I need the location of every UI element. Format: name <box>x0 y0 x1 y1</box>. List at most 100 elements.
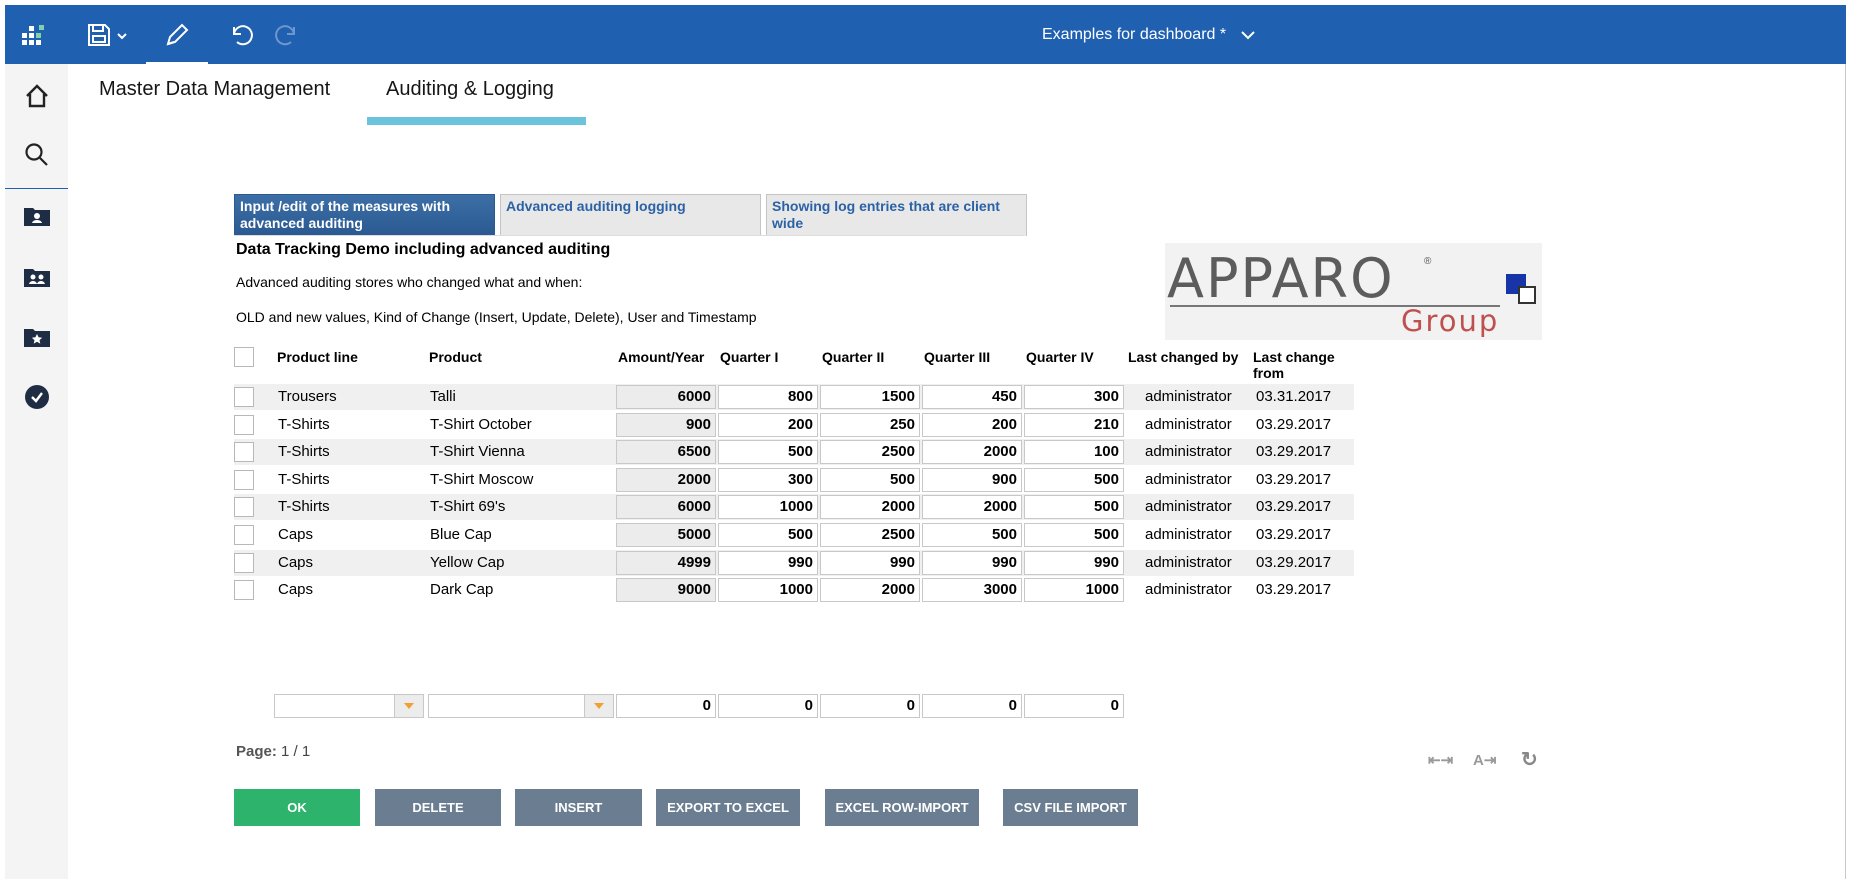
amount-cell[interactable]: 4999 <box>616 551 716 575</box>
home-icon[interactable] <box>5 67 68 125</box>
column-width-icon[interactable]: ⇤⇥ <box>1428 751 1453 769</box>
ok-button[interactable]: OK <box>234 789 360 826</box>
header-last-changed-by: Last changed by <box>1128 349 1239 365</box>
excel-row-import-button[interactable]: EXCEL ROW-IMPORT <box>825 789 979 826</box>
q4-input[interactable]: 100 <box>1024 440 1124 464</box>
q4-input[interactable]: 500 <box>1024 468 1124 492</box>
edit-pencil-icon[interactable] <box>155 5 199 64</box>
q2-input[interactable]: 990 <box>820 551 920 575</box>
product-cell: T-Shirt 69's <box>430 498 506 515</box>
undo-icon[interactable] <box>217 5 261 64</box>
product-line-cell: Caps <box>278 554 314 571</box>
description-line-1: Advanced auditing stores who changed wha… <box>236 274 583 290</box>
left-navigation-rail <box>5 64 68 879</box>
right-border <box>1845 64 1846 879</box>
search-icon[interactable] <box>5 126 68 184</box>
q2-input[interactable]: 1500 <box>820 385 920 409</box>
q2-input[interactable]: 2500 <box>820 523 920 547</box>
amount-cell[interactable]: 6000 <box>616 385 716 409</box>
page-value: 1 / 1 <box>281 743 311 760</box>
row-checkbox[interactable] <box>234 580 254 600</box>
export-to-excel-button[interactable]: EXPORT TO EXCEL <box>656 789 800 826</box>
amount-cell[interactable]: 2000 <box>616 468 716 492</box>
product-line-cell: T-Shirts <box>278 443 330 460</box>
team-content-folder-icon[interactable] <box>5 248 68 306</box>
q1-input[interactable]: 500 <box>718 440 818 464</box>
q1-input[interactable]: 500 <box>718 523 818 547</box>
tab-auditing-logging[interactable]: Auditing & Logging <box>386 78 554 101</box>
q3-input[interactable]: 2000 <box>922 440 1022 464</box>
q1-input[interactable]: 1000 <box>718 578 818 602</box>
q3-input[interactable]: 200 <box>922 413 1022 437</box>
product-cell: T-Shirt Vienna <box>430 443 525 460</box>
row-checkbox[interactable] <box>234 387 254 407</box>
my-content-folder-icon[interactable] <box>5 187 68 245</box>
amount-cell[interactable]: 6000 <box>616 495 716 519</box>
logo-registered-mark: ® <box>1424 256 1432 267</box>
q4-input[interactable]: 500 <box>1024 523 1124 547</box>
page-label: Page: <box>236 743 277 760</box>
new-amount-input[interactable]: 0 <box>616 694 716 718</box>
product-cell: Yellow Cap <box>430 554 505 571</box>
q2-input[interactable]: 250 <box>820 413 920 437</box>
last-change-from-cell: 03.29.2017 <box>1256 498 1332 515</box>
q4-input[interactable]: 1000 <box>1024 578 1124 602</box>
new-q2-input[interactable]: 0 <box>820 694 920 718</box>
new-product-line-select[interactable] <box>274 694 424 718</box>
q4-input[interactable]: 300 <box>1024 385 1124 409</box>
logo-group-text: Group <box>1401 304 1500 338</box>
select-all-checkbox[interactable] <box>234 347 254 367</box>
q3-input[interactable]: 500 <box>922 523 1022 547</box>
new-q1-input[interactable]: 0 <box>718 694 818 718</box>
new-product-select[interactable] <box>428 694 614 718</box>
q1-input[interactable]: 990 <box>718 551 818 575</box>
q4-input[interactable]: 210 <box>1024 413 1124 437</box>
csv-file-import-button[interactable]: CSV FILE IMPORT <box>1003 789 1138 826</box>
row-checkbox[interactable] <box>234 553 254 573</box>
last-changed-by-cell: administrator <box>1145 526 1232 543</box>
q3-input[interactable]: 450 <box>922 385 1022 409</box>
insert-button[interactable]: INSERT <box>515 789 642 826</box>
tab-master-data-management[interactable]: Master Data Management <box>99 78 330 101</box>
product-line-cell: T-Shirts <box>278 416 330 433</box>
q3-input[interactable]: 2000 <box>922 495 1022 519</box>
amount-cell[interactable]: 900 <box>616 413 716 437</box>
new-q3-input[interactable]: 0 <box>922 694 1022 718</box>
q2-input[interactable]: 2000 <box>820 495 920 519</box>
subtab-input-edit-measures[interactable]: Input /edit of the measures with advance… <box>234 194 495 236</box>
last-change-from-cell: 03.29.2017 <box>1256 581 1332 598</box>
subtab-advanced-auditing-logging[interactable]: Advanced auditing logging <box>500 194 761 236</box>
last-change-from-cell: 03.29.2017 <box>1256 526 1332 543</box>
row-checkbox[interactable] <box>234 497 254 517</box>
new-q4-input[interactable]: 0 <box>1024 694 1124 718</box>
subtab-client-wide-log-entries[interactable]: Showing log entries that are client wide <box>766 194 1027 236</box>
q2-input[interactable]: 2500 <box>820 440 920 464</box>
q1-input[interactable]: 300 <box>718 468 818 492</box>
delete-button[interactable]: DELETE <box>375 789 501 826</box>
q3-input[interactable]: 990 <box>922 551 1022 575</box>
header-last-change-from: Last change from <box>1253 349 1335 381</box>
q2-input[interactable]: 2000 <box>820 578 920 602</box>
row-checkbox[interactable] <box>234 525 254 545</box>
row-checkbox[interactable] <box>234 442 254 462</box>
amount-cell[interactable]: 5000 <box>616 523 716 547</box>
document-title-dropdown[interactable]: Examples for dashboard * <box>1042 5 1256 64</box>
favorites-folder-icon[interactable] <box>5 308 68 366</box>
save-menu-icon[interactable] <box>83 5 137 64</box>
amount-cell[interactable]: 6500 <box>616 440 716 464</box>
recent-check-icon[interactable] <box>5 368 68 426</box>
app-menu-icon[interactable] <box>15 5 51 64</box>
row-checkbox[interactable] <box>234 415 254 435</box>
refresh-icon[interactable]: ↻ <box>1521 747 1538 772</box>
q1-input[interactable]: 1000 <box>718 495 818 519</box>
text-fit-icon[interactable]: A⇥ <box>1473 751 1496 769</box>
q1-input[interactable]: 200 <box>718 413 818 437</box>
q2-input[interactable]: 500 <box>820 468 920 492</box>
q1-input[interactable]: 800 <box>718 385 818 409</box>
row-checkbox[interactable] <box>234 470 254 490</box>
q3-input[interactable]: 3000 <box>922 578 1022 602</box>
q4-input[interactable]: 990 <box>1024 551 1124 575</box>
q4-input[interactable]: 500 <box>1024 495 1124 519</box>
q3-input[interactable]: 900 <box>922 468 1022 492</box>
amount-cell[interactable]: 9000 <box>616 578 716 602</box>
